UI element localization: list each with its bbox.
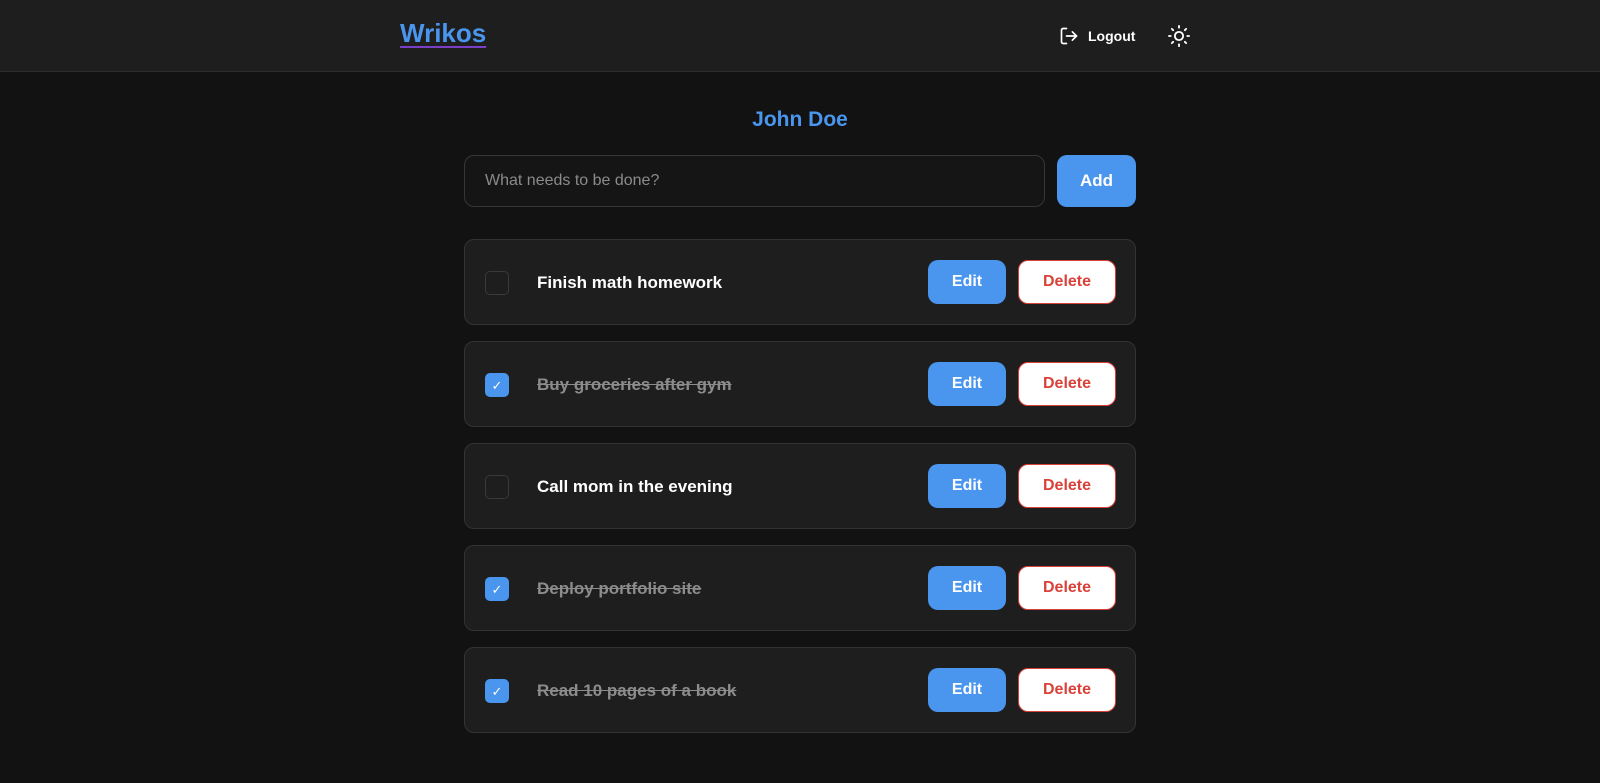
todo-item: ✓ Call mom in the evening Edit Delete	[464, 443, 1136, 529]
todo-checkbox[interactable]: ✓	[485, 679, 509, 703]
todo-text: Read 10 pages of a book	[537, 681, 737, 700]
todo-list: ✓ Finish math homework Edit Delete ✓ Buy…	[464, 239, 1136, 749]
edit-button[interactable]: Edit	[928, 464, 1006, 508]
logout-icon	[1059, 26, 1079, 46]
todo-checkbox[interactable]: ✓	[485, 271, 509, 295]
todo-checkbox[interactable]: ✓	[485, 475, 509, 499]
checkmark-icon: ✓	[491, 377, 503, 393]
todo-text: Deploy portfolio site	[537, 579, 702, 598]
delete-button[interactable]: Delete	[1018, 668, 1116, 712]
todo-item: ✓ Deploy portfolio site Edit Delete	[464, 545, 1136, 631]
add-task-button[interactable]: Add	[1057, 155, 1136, 207]
checkmark-icon: ✓	[491, 581, 503, 597]
add-task-form: Add	[464, 155, 1136, 207]
theme-toggle-button[interactable]	[1168, 25, 1190, 47]
todo-checkbox[interactable]: ✓	[485, 373, 509, 397]
todo-item: ✓ Buy groceries after gym Edit Delete	[464, 341, 1136, 427]
new-task-input[interactable]	[464, 155, 1045, 207]
edit-button[interactable]: Edit	[928, 668, 1006, 712]
todo-text: Call mom in the evening	[537, 477, 733, 496]
delete-button[interactable]: Delete	[1018, 566, 1116, 610]
todo-text: Finish math homework	[537, 273, 723, 292]
user-name-heading: John Doe	[752, 108, 848, 131]
todo-item: ✓ Read 10 pages of a book Edit Delete	[464, 647, 1136, 733]
navbar: Wrikos Logout	[0, 0, 1600, 72]
todo-checkbox[interactable]: ✓	[485, 577, 509, 601]
logout-button[interactable]: Logout	[1059, 26, 1135, 46]
delete-button[interactable]: Delete	[1018, 260, 1116, 304]
todo-item: ✓ Finish math homework Edit Delete	[464, 239, 1136, 325]
delete-button[interactable]: Delete	[1018, 362, 1116, 406]
checkmark-icon: ✓	[491, 683, 503, 699]
brand-logo-link[interactable]: Wrikos	[400, 18, 486, 49]
edit-button[interactable]: Edit	[928, 566, 1006, 610]
todo-text: Buy groceries after gym	[537, 375, 732, 394]
edit-button[interactable]: Edit	[928, 362, 1006, 406]
delete-button[interactable]: Delete	[1018, 464, 1116, 508]
logout-label: Logout	[1088, 28, 1136, 44]
edit-button[interactable]: Edit	[928, 260, 1006, 304]
sun-icon	[1168, 25, 1190, 47]
